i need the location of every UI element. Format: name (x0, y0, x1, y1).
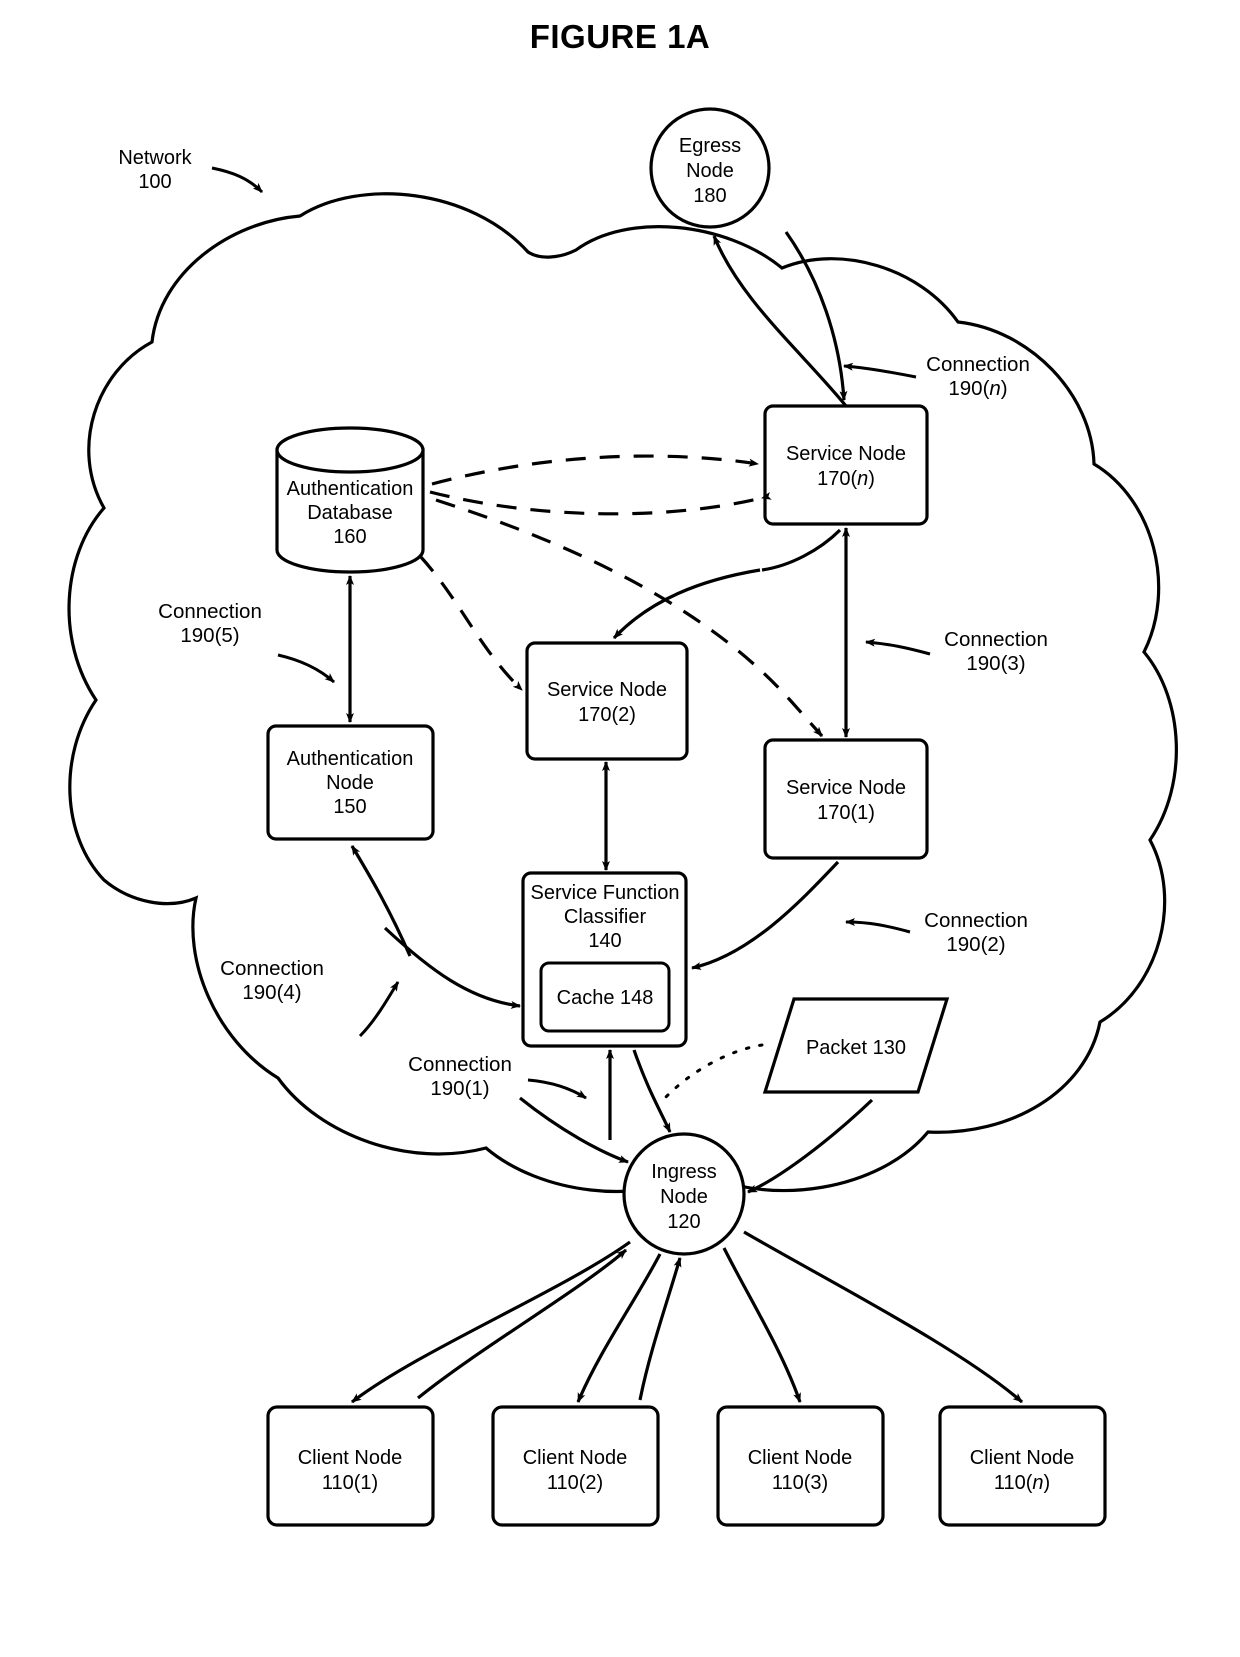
connection-label-190n: Connection 190(n) (843, 353, 1030, 400)
edge-client-1-to-ingress (416, 1248, 628, 1400)
connection-190-2-line2: 190(2) (946, 933, 1005, 956)
connection-label-190-5: Connection 190(5) (158, 600, 335, 684)
connection-190-5-line1: Connection (158, 600, 262, 623)
connection-190-4-line2: 190(4) (242, 981, 301, 1004)
connection-190-4-line1: Connection (220, 957, 324, 980)
client-node-3[interactable]: Client Node 110(3) (716, 1405, 885, 1527)
client-node-2-line2: 110(2) (547, 1472, 603, 1494)
connection-190-2-line1: Connection (924, 909, 1028, 932)
edge-authdb-to-servicenode-n-dashed (431, 454, 759, 486)
connection-190n-line1: Connection (926, 353, 1030, 376)
edge-cloudleft-to-ingress (519, 1096, 629, 1164)
cache[interactable]: Cache 148 (539, 961, 671, 1033)
authentication-database-line1: Authentication (287, 478, 414, 500)
connection-190-1-line1: Connection (408, 1053, 512, 1076)
client-node-n-line2: 110(n) (994, 1472, 1050, 1494)
service-node-1-line2: 170(1) (817, 802, 875, 824)
authentication-node-line3: 150 (333, 796, 366, 818)
edge-servicenode-n-curve-tail (761, 528, 842, 572)
network-diagram: Network 100 Egress Node 180 Service Node… (67, 107, 1178, 1527)
client-node-1[interactable]: Client Node 110(1) (266, 1405, 435, 1527)
client-node-2-line1: Client Node (523, 1447, 628, 1469)
edge-servicenode-n-to-egress (712, 235, 848, 408)
client-node-2[interactable]: Client Node 110(2) (491, 1405, 660, 1527)
connection-190-3-line2: 190(3) (966, 652, 1025, 675)
client-node-3-line2: 110(3) (772, 1472, 828, 1494)
egress-node-line1: Egress (679, 135, 741, 157)
ingress-node-line2: Node (660, 1186, 708, 1208)
authentication-node-line1: Authentication (287, 748, 414, 770)
edge-authdb-to-servicenode-2-dashed (418, 554, 524, 692)
edge-ingress-to-client-n (743, 1230, 1024, 1404)
egress-node-line2: Node (686, 160, 734, 182)
ingress-node-line1: Ingress (651, 1161, 717, 1183)
service-function-classifier[interactable]: Service Function Classifier 140 Cache 14… (521, 871, 688, 1048)
network-label: Network 100 (118, 147, 264, 194)
service-node-2-line1: Service Node (547, 679, 667, 701)
service-node-n-line1: Service Node (786, 443, 906, 465)
network-label-line1: Network (118, 147, 192, 169)
connection-190n-line2: 190(n) (948, 377, 1007, 400)
service-node-1-line1: Service Node (786, 777, 906, 799)
figure-root: FIGURE 1A Network 100 Egress Node 180 Se… (0, 0, 1240, 1657)
authentication-database-line3: 160 (333, 526, 366, 548)
edge-servicenode-1-to-classifier (691, 860, 840, 970)
connection-label-190-1: Connection 190(1) (408, 1053, 587, 1100)
classifier-line2: Classifier (564, 906, 647, 928)
edge-classifier-to-ingress (632, 1049, 672, 1133)
packet[interactable]: Packet 130 (663, 997, 950, 1100)
edge-servicenode-n-to-authdb-dashed (429, 490, 772, 516)
service-node-2-line2: 170(2) (578, 704, 636, 726)
connection-label-190-4: Connection 190(4) (220, 957, 400, 1038)
client-node-3-line1: Client Node (748, 1447, 853, 1469)
connection-190-3-line1: Connection (944, 628, 1048, 651)
edge-ingress-to-client-3 (722, 1247, 802, 1403)
classifier-line3: 140 (588, 930, 621, 952)
connection-label-190-3: Connection 190(3) (865, 628, 1048, 675)
edge-into-classifier-left (383, 926, 521, 1009)
connection-190-5-line2: 190(5) (180, 624, 239, 647)
service-node-2[interactable]: Service Node 170(2) (525, 641, 689, 761)
authentication-database-line2: Database (307, 502, 393, 524)
authentication-node-line2: Node (326, 772, 374, 794)
egress-node-line3: 180 (693, 185, 726, 207)
client-node-1-line2: 110(1) (322, 1472, 378, 1494)
authentication-node[interactable]: Authentication Node 150 (266, 724, 435, 841)
service-node-1[interactable]: Service Node 170(1) (763, 738, 929, 860)
edge-classifier-to-servicenode-2 (612, 568, 761, 640)
client-node-n[interactable]: Client Node 110(n) (938, 1405, 1107, 1527)
authentication-database[interactable]: Authentication Database 160 (275, 426, 425, 574)
edge-classifier-to-authnode (350, 845, 412, 957)
client-node-1-line1: Client Node (298, 1447, 403, 1469)
client-node-n-line1: Client Node (970, 1447, 1075, 1469)
connection-label-190-2: Connection 190(2) (845, 909, 1028, 956)
ingress-node-line3: 120 (667, 1211, 700, 1233)
cache-label: Cache 148 (557, 987, 654, 1009)
network-label-line2: 100 (138, 171, 171, 193)
service-node-n[interactable]: Service Node 170(n) (763, 404, 929, 526)
packet-label: Packet 130 (806, 1037, 906, 1059)
ingress-node[interactable]: Ingress Node 120 (622, 1132, 746, 1256)
egress-node[interactable]: Egress Node 180 (649, 107, 771, 229)
connection-190-1-line2: 190(1) (430, 1077, 489, 1100)
classifier-line1: Service Function (531, 882, 680, 904)
service-node-n-line2: 170(n) (817, 468, 875, 490)
